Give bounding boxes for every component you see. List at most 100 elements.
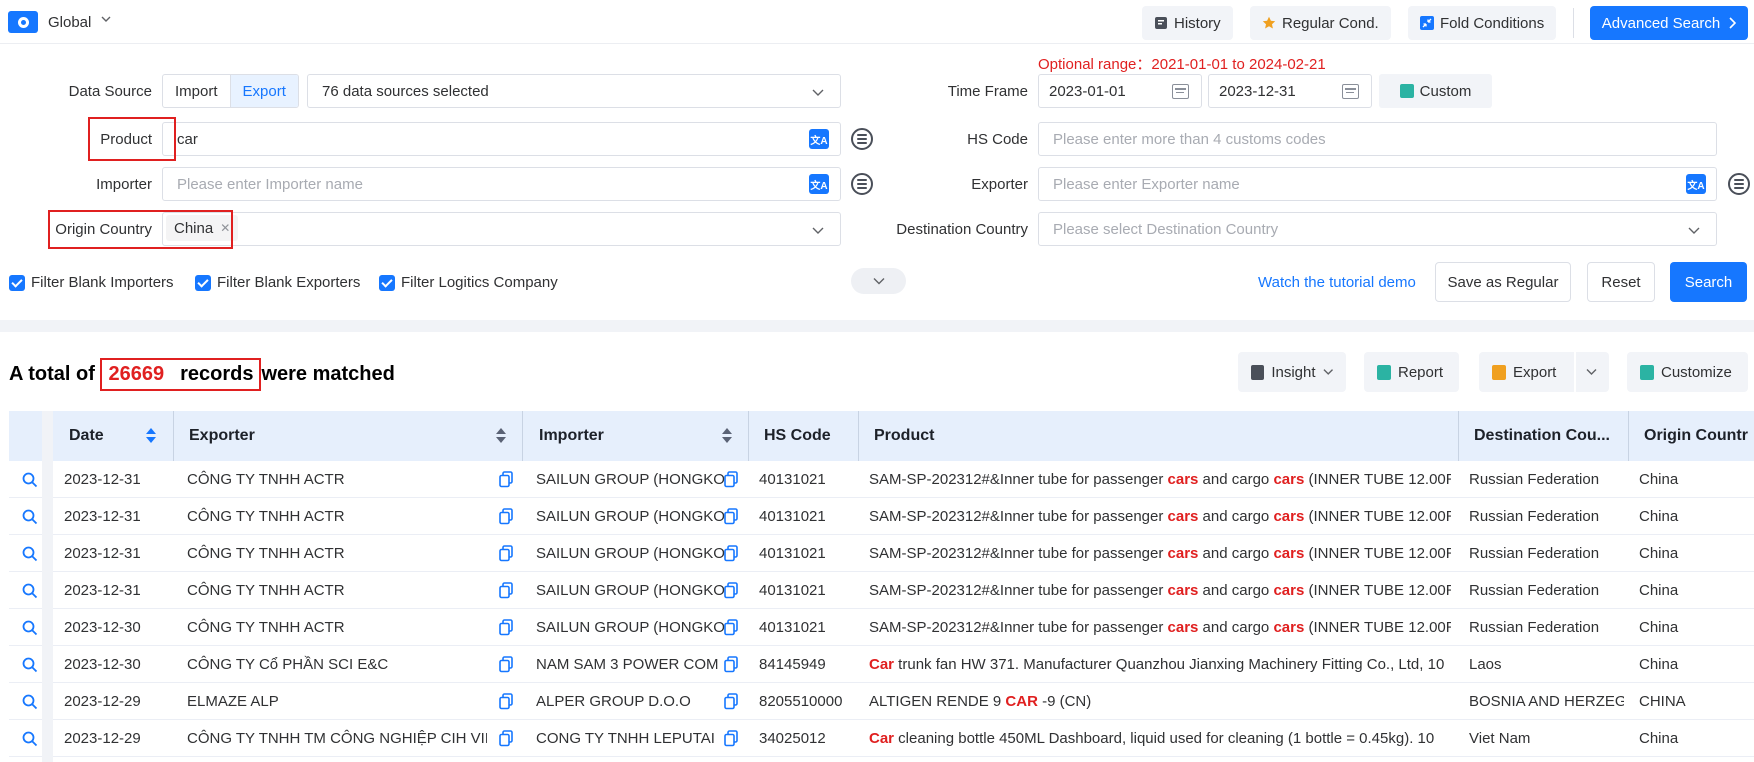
top-bar: Global History Regular Cond. Fold Condit…	[0, 0, 1754, 44]
copy-icon[interactable]	[724, 656, 738, 673]
chevron-down-icon[interactable]	[101, 14, 111, 24]
date-to-input[interactable]: 2023-12-31	[1208, 74, 1372, 108]
table-row[interactable]: 2023-12-29 CÔNG TY TNHH TM CÔNG NGHIỆP CI…	[9, 720, 1754, 757]
cell-exporter[interactable]: CÔNG TY TNHH TM CÔNG NGHIỆP CIH VINA	[187, 720, 487, 757]
copy-icon[interactable]	[724, 582, 738, 599]
cell-exporter[interactable]: CÔNG TY Cổ PHẦN SCI E&C	[187, 646, 487, 683]
date-from-input[interactable]: 2023-01-01	[1038, 74, 1202, 108]
cell-importer[interactable]: SAILUN GROUP (HONGKO	[536, 498, 726, 535]
cell-importer[interactable]: NAM SAM 3 POWER COM	[536, 646, 726, 683]
column-header-destination-country[interactable]: Destination Cou...	[1474, 411, 1634, 461]
table-row[interactable]: 2023-12-30 CÔNG TY Cổ PHẦN SCI E&C NAM SAM…	[9, 646, 1754, 683]
copy-icon[interactable]	[499, 508, 513, 525]
cell-importer[interactable]: SAILUN GROUP (HONGKO	[536, 461, 726, 498]
reset-button[interactable]: Reset	[1587, 262, 1655, 302]
column-header-exporter[interactable]: Exporter	[189, 411, 389, 461]
region-selector-label[interactable]: Global	[48, 14, 91, 31]
regular-cond-button[interactable]: Regular Cond.	[1250, 6, 1391, 40]
advanced-search-button[interactable]: Advanced Search	[1590, 6, 1748, 40]
table-row[interactable]: 2023-12-31 CÔNG TY TNHH ACTR SAILUN GROUP …	[9, 535, 1754, 572]
cell-date: 2023-12-31	[64, 508, 141, 525]
copy-icon[interactable]	[499, 730, 513, 747]
copy-icon[interactable]	[499, 619, 513, 636]
cell-importer[interactable]: SAILUN GROUP (HONGKO	[536, 535, 726, 572]
cell-importer[interactable]: SAILUN GROUP (HONGKO	[536, 609, 726, 646]
product-text-segment: and cargo	[1198, 508, 1274, 525]
data-source-select[interactable]: 76 data sources selected	[307, 74, 841, 108]
copy-icon[interactable]	[499, 545, 513, 562]
insight-dropdown[interactable]: Insight	[1238, 352, 1346, 392]
copy-icon[interactable]	[724, 619, 738, 636]
table-row[interactable]: 2023-12-31 CÔNG TY TNHH ACTR SAILUN GROUP …	[9, 498, 1754, 535]
import-option[interactable]: Import	[163, 75, 230, 107]
time-frame-label: Time Frame	[947, 83, 1028, 100]
sort-icon[interactable]	[146, 428, 156, 444]
export-options-dropdown[interactable]	[1576, 352, 1609, 392]
destination-country-select[interactable]: Please select Destination Country	[1038, 212, 1717, 246]
importer-input[interactable]: Please enter Importer name	[162, 167, 841, 201]
exporter-input[interactable]: Please enter Exporter name	[1038, 167, 1717, 201]
cell-exporter[interactable]: ELMAZE ALP	[187, 683, 487, 720]
cell-exporter[interactable]: CÔNG TY TNHH ACTR	[187, 461, 487, 498]
copy-icon[interactable]	[499, 656, 513, 673]
translate-icon[interactable]: 文A	[809, 129, 829, 149]
column-header-hs-code[interactable]: HS Code	[764, 411, 864, 461]
table-row[interactable]: 2023-12-31 CÔNG TY TNHH ACTR SAILUN GROUP …	[9, 461, 1754, 498]
copy-icon[interactable]	[499, 471, 513, 488]
history-button[interactable]: History	[1142, 6, 1233, 40]
translate-icon[interactable]: 文A	[1686, 174, 1706, 194]
origin-country-select[interactable]	[162, 212, 841, 246]
table-row[interactable]: 2023-12-30 CÔNG TY TNHH ACTR SAILUN GROUP …	[9, 609, 1754, 646]
cell-date: 2023-12-29	[64, 730, 141, 747]
customize-button[interactable]: Customize	[1627, 352, 1748, 392]
search-button[interactable]: Search	[1670, 262, 1747, 302]
hs-code-input[interactable]: Please enter more than 4 customs codes	[1038, 122, 1717, 156]
cell-exporter[interactable]: CÔNG TY TNHH ACTR	[187, 609, 487, 646]
synonym-list-icon[interactable]	[1728, 173, 1750, 195]
column-header-date[interactable]: Date	[69, 411, 149, 461]
copy-icon[interactable]	[499, 693, 513, 710]
copy-icon[interactable]	[724, 545, 738, 562]
column-header-origin-country[interactable]: Origin Countr	[1644, 411, 1754, 461]
filter-blank-importers-checkbox[interactable]: Filter Blank Importers	[9, 274, 174, 291]
custom-range-button[interactable]: Custom	[1379, 74, 1492, 108]
sort-icon[interactable]	[722, 428, 732, 444]
cell-importer[interactable]: CONG TY TNHH LEPUTAI	[536, 720, 726, 757]
filter-blank-exporters-checkbox[interactable]: Filter Blank Exporters	[195, 274, 360, 291]
chevron-down-icon	[1323, 369, 1333, 375]
column-header-importer[interactable]: Importer	[539, 411, 689, 461]
checkbox-checked-icon	[9, 274, 25, 291]
copy-icon[interactable]	[499, 582, 513, 599]
tutorial-demo-link[interactable]: Watch the tutorial demo	[1258, 274, 1416, 291]
translate-icon[interactable]: 文A	[809, 174, 829, 194]
copy-icon[interactable]	[724, 693, 738, 710]
app-logo-icon[interactable]	[8, 11, 38, 33]
chevron-right-icon	[1729, 17, 1737, 29]
cell-importer[interactable]: SAILUN GROUP (HONGKO	[536, 572, 726, 609]
export-button[interactable]: Export	[1479, 352, 1574, 392]
product-input[interactable]: car	[162, 122, 841, 156]
export-option[interactable]: Export	[229, 75, 298, 107]
filter-logistics-checkbox[interactable]: Filter Logitics Company	[379, 274, 558, 291]
divider	[1573, 8, 1574, 38]
cell-importer[interactable]: ALPER GROUP D.O.O	[536, 683, 726, 720]
copy-icon[interactable]	[724, 508, 738, 525]
column-header-product[interactable]: Product	[874, 411, 1174, 461]
report-button[interactable]: Report	[1364, 352, 1459, 392]
save-as-regular-button[interactable]: Save as Regular	[1435, 262, 1571, 302]
copy-icon[interactable]	[724, 730, 738, 747]
cell-exporter[interactable]: CÔNG TY TNHH ACTR	[187, 572, 487, 609]
cell-exporter[interactable]: CÔNG TY TNHH ACTR	[187, 535, 487, 572]
table-row[interactable]: 2023-12-31 CÔNG TY TNHH ACTR SAILUN GROUP …	[9, 572, 1754, 609]
sort-icon[interactable]	[496, 428, 506, 444]
expand-filters-toggle[interactable]	[851, 268, 906, 294]
table-row[interactable]: 2023-12-29 ELMAZE ALP ALPER GROUP D.O.O 820…	[9, 683, 1754, 720]
cell-product: Car cleaning bottle 450ML Dashboard, liq…	[869, 720, 1451, 757]
fold-conditions-button[interactable]: Fold Conditions	[1408, 6, 1557, 40]
copy-icon[interactable]	[724, 471, 738, 488]
fold-conditions-label: Fold Conditions	[1440, 14, 1545, 32]
cell-exporter[interactable]: CÔNG TY TNHH ACTR	[187, 498, 487, 535]
synonym-list-icon[interactable]	[851, 173, 873, 195]
cell-destination-country: Russian Federation	[1469, 508, 1600, 525]
synonym-list-icon[interactable]	[851, 128, 873, 150]
